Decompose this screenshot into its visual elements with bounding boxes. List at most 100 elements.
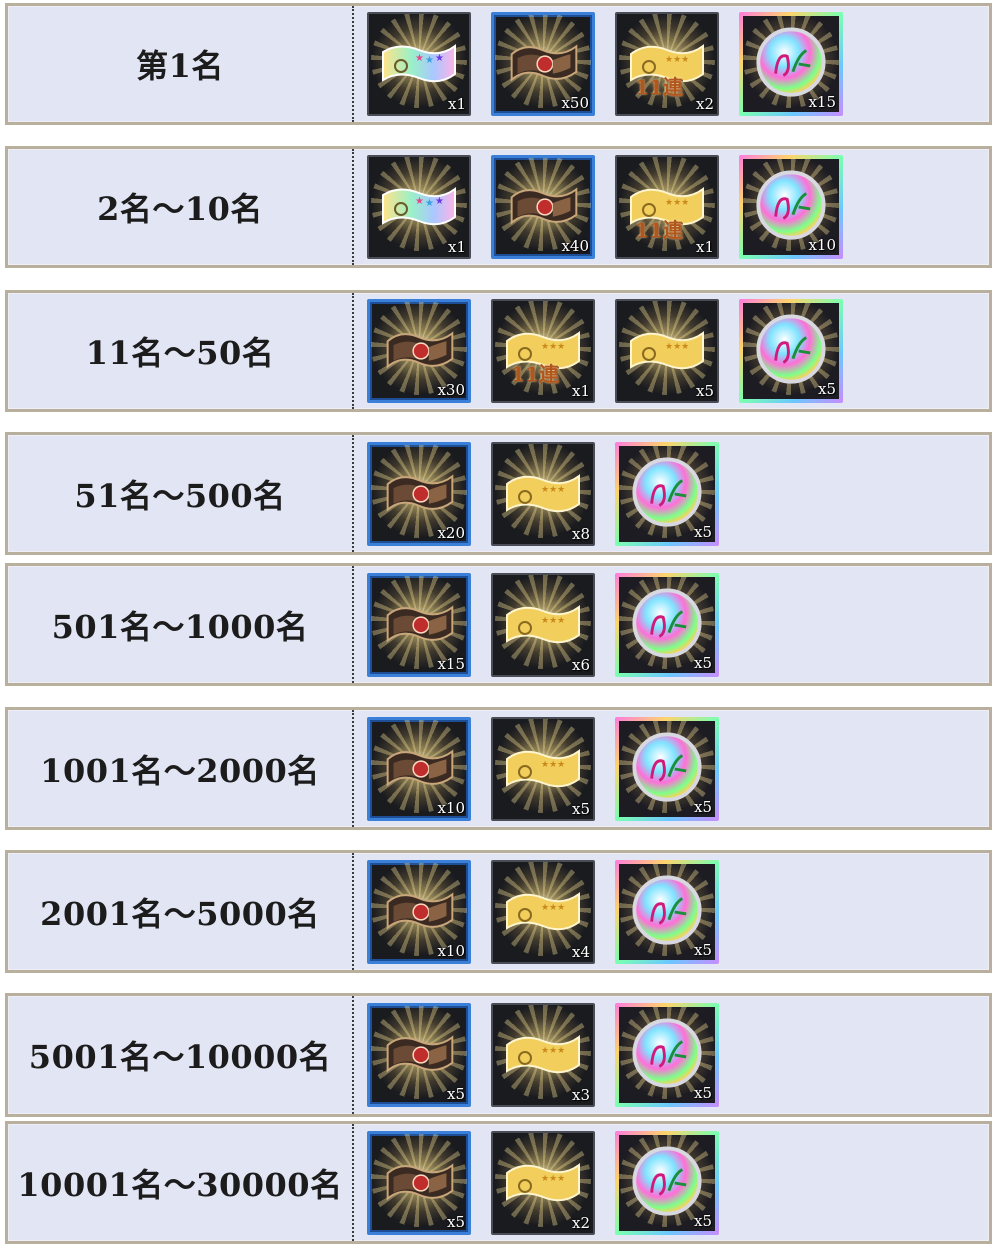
reward-item-scroll[interactable]: x5 <box>367 1131 471 1235</box>
dotted-divider <box>352 435 354 552</box>
item-quantity: x10 <box>808 236 836 254</box>
item-quantity: x1 <box>447 238 466 256</box>
reward-item-rainbow-ticket[interactable]: ★ ★ ★ x1 <box>367 155 471 259</box>
item-quantity: x5 <box>693 654 712 672</box>
dotted-divider <box>352 710 354 827</box>
reward-item-ticket-11[interactable]: ★★★ 11連 x2 <box>615 12 719 116</box>
reward-item-scroll[interactable]: x10 <box>367 717 471 821</box>
reward-item-orb[interactable]: x5 <box>615 442 719 546</box>
rank-label: 501名～1000名 <box>51 607 309 646</box>
dotted-divider <box>352 996 354 1114</box>
dotted-divider <box>352 566 354 683</box>
svg-text:★★★: ★★★ <box>541 1046 565 1056</box>
item-quantity: x40 <box>561 237 589 255</box>
reward-row: 2001名～5000名 x10 ★★★ x4 x5 <box>5 850 992 973</box>
item-quantity: x5 <box>693 941 712 959</box>
svg-text:★★★: ★★★ <box>541 1174 565 1184</box>
reward-row: 第1名 ★ ★ ★ x1 x50 ★★★ 11連 x2 x15 <box>5 3 992 125</box>
item-quantity: x5 <box>446 1085 465 1103</box>
svg-text:★★★: ★★★ <box>665 342 689 352</box>
svg-text:★★★: ★★★ <box>541 616 565 626</box>
reward-item-ticket-11[interactable]: ★★★ 11連 x1 <box>615 155 719 259</box>
reward-item-orb[interactable]: x5 <box>615 860 719 964</box>
eleven-draw-badge: 11連 <box>635 218 683 242</box>
reward-item-rainbow-ticket[interactable]: ★ ★ ★ x1 <box>367 12 471 116</box>
reward-item-orb[interactable]: x5 <box>615 573 719 677</box>
svg-text:★: ★ <box>415 196 424 207</box>
reward-item-gold-ticket[interactable]: ★★★ x8 <box>491 442 595 546</box>
rank-label: 2名～10名 <box>97 190 263 228</box>
rank-label: 5001名～10000名 <box>28 1038 332 1076</box>
reward-item-gold-ticket[interactable]: ★★★ x5 <box>615 299 719 403</box>
item-quantity: x5 <box>695 382 714 400</box>
item-quantity: x3 <box>571 1086 590 1104</box>
reward-item-orb[interactable]: x10 <box>739 155 843 259</box>
reward-row: 501名～1000名 x15 ★★★ x6 x5 <box>5 563 992 686</box>
svg-text:★★★: ★★★ <box>541 760 565 770</box>
reward-item-scroll[interactable]: x20 <box>367 442 471 546</box>
reward-row: 1001名～2000名 x10 ★★★ x5 x5 <box>5 707 992 830</box>
reward-item-scroll[interactable]: x40 <box>491 155 595 259</box>
dotted-divider <box>352 293 354 409</box>
reward-item-scroll[interactable]: x30 <box>367 299 471 403</box>
item-quantity: x15 <box>437 655 465 673</box>
eleven-draw-badge: 11連 <box>511 362 559 386</box>
item-quantity: x1 <box>695 238 714 256</box>
reward-item-gold-ticket[interactable]: ★★★ x6 <box>491 573 595 677</box>
item-quantity: x5 <box>693 1212 712 1230</box>
reward-item-gold-ticket[interactable]: ★★★ x2 <box>491 1131 595 1235</box>
rank-label: 11名～50名 <box>85 334 275 372</box>
reward-item-scroll[interactable]: x10 <box>367 860 471 964</box>
reward-item-scroll[interactable]: x15 <box>367 573 471 677</box>
rank-label: 2001名～5000名 <box>40 894 320 933</box>
rank-label: 10001名～30000名 <box>17 1165 343 1204</box>
rank-label: 1001名～2000名 <box>40 751 320 790</box>
item-quantity: x1 <box>571 382 590 400</box>
dotted-divider <box>352 853 354 970</box>
svg-text:★★★: ★★★ <box>665 55 689 65</box>
item-quantity: x10 <box>437 799 465 817</box>
item-quantity: x5 <box>693 523 712 541</box>
svg-text:★: ★ <box>425 198 434 209</box>
svg-text:★: ★ <box>425 55 434 66</box>
reward-item-orb[interactable]: x15 <box>739 12 843 116</box>
svg-text:★★★: ★★★ <box>541 903 565 913</box>
item-quantity: x1 <box>447 95 466 113</box>
item-quantity: x5 <box>817 380 836 398</box>
rank-label: 第1名 <box>136 47 224 85</box>
reward-item-scroll[interactable]: x50 <box>491 12 595 116</box>
svg-text:★: ★ <box>415 53 424 64</box>
reward-item-orb[interactable]: x5 <box>615 717 719 821</box>
item-quantity: x5 <box>446 1213 465 1231</box>
item-quantity: x5 <box>693 1084 712 1102</box>
reward-item-gold-ticket[interactable]: ★★★ x3 <box>491 1003 595 1107</box>
svg-text:★: ★ <box>435 196 444 207</box>
item-quantity: x15 <box>808 93 836 111</box>
reward-item-orb[interactable]: x5 <box>615 1131 719 1235</box>
dotted-divider <box>352 1124 354 1241</box>
reward-item-ticket-11[interactable]: ★★★ 11連 x1 <box>491 299 595 403</box>
item-quantity: x2 <box>571 1214 590 1232</box>
reward-row: 51名～500名 x20 ★★★ x8 x5 <box>5 432 992 555</box>
dotted-divider <box>352 149 354 265</box>
reward-item-gold-ticket[interactable]: ★★★ x5 <box>491 717 595 821</box>
reward-row: 11名～50名 x30 ★★★ 11連 x1 ★★★ x5 x5 <box>5 290 992 412</box>
reward-item-scroll[interactable]: x5 <box>367 1003 471 1107</box>
item-quantity: x50 <box>561 94 589 112</box>
rank-label: 51名～500名 <box>74 476 286 515</box>
reward-item-orb[interactable]: x5 <box>739 299 843 403</box>
reward-item-orb[interactable]: x5 <box>615 1003 719 1107</box>
svg-text:★★★: ★★★ <box>541 485 565 495</box>
reward-row: 5001名～10000名 x5 ★★★ x3 x5 <box>5 993 992 1117</box>
eleven-draw-badge: 11連 <box>635 75 683 99</box>
dotted-divider <box>352 6 354 122</box>
reward-item-gold-ticket[interactable]: ★★★ x4 <box>491 860 595 964</box>
reward-row: 10001名～30000名 x5 ★★★ x2 x5 <box>5 1121 992 1244</box>
item-quantity: x10 <box>437 942 465 960</box>
item-quantity: x30 <box>437 381 465 399</box>
svg-text:★: ★ <box>435 53 444 64</box>
item-quantity: x8 <box>571 525 590 543</box>
reward-row: 2名～10名 ★ ★ ★ x1 x40 ★★★ 11連 x1 x10 <box>5 146 992 268</box>
item-quantity: x5 <box>693 798 712 816</box>
item-quantity: x20 <box>437 524 465 542</box>
